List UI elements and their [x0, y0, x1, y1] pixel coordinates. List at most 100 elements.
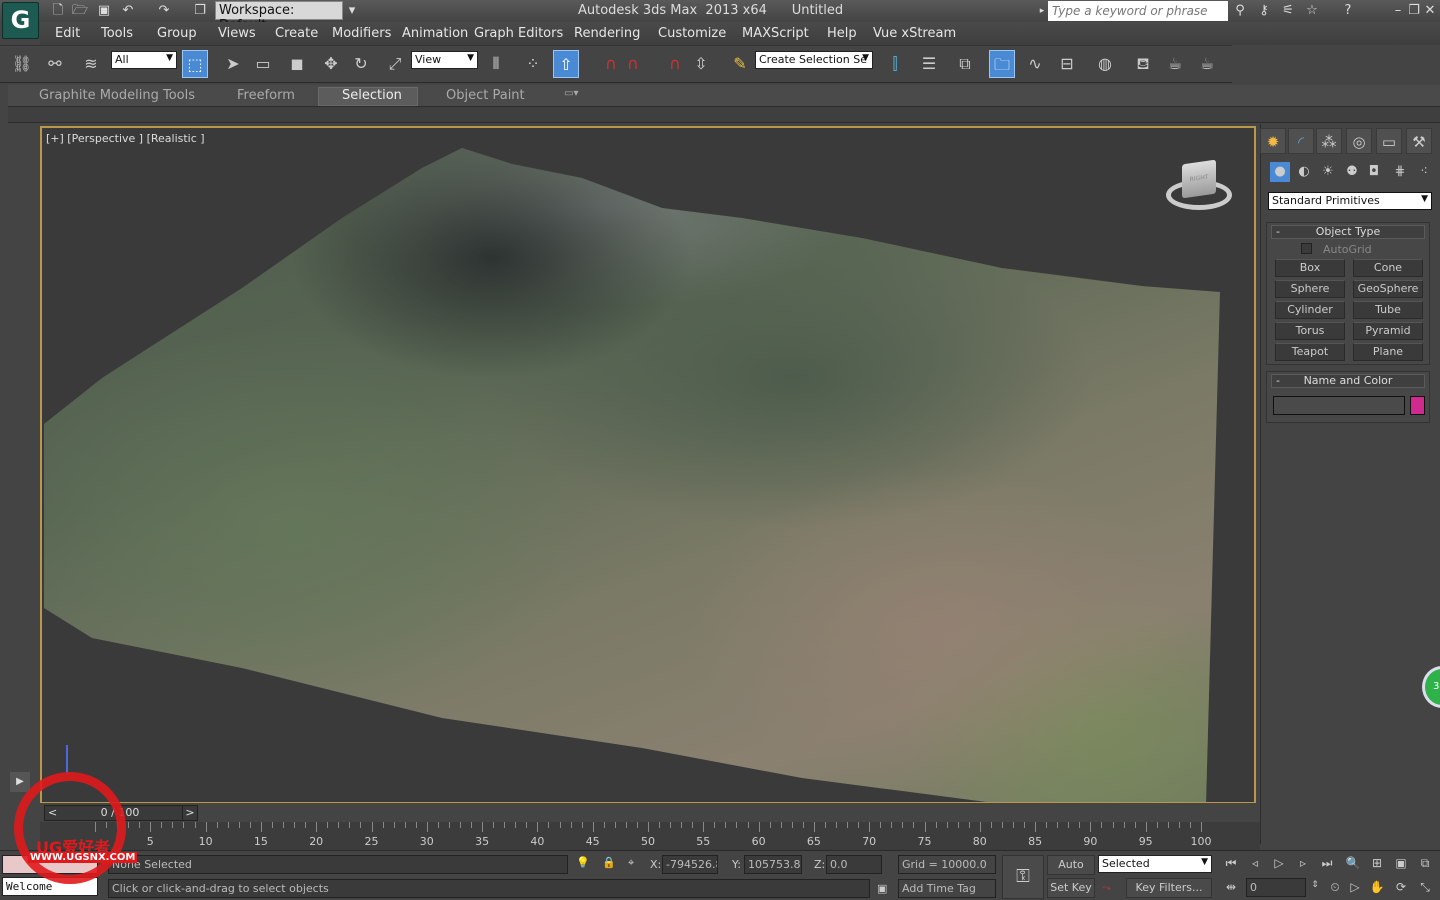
zoom-extents-icon[interactable]: ▣	[1392, 856, 1410, 870]
torus-button[interactable]: Torus	[1275, 322, 1345, 340]
x-coordinate-field[interactable]: -794526.8	[662, 855, 718, 874]
field-of-view-icon[interactable]: ▷	[1346, 880, 1364, 894]
render-production-icon[interactable]: ☕	[1194, 50, 1220, 78]
viewcube-cube[interactable]: RIGHT	[1182, 159, 1216, 199]
frame-spinner[interactable]: ⇕	[1306, 880, 1324, 890]
next-frame-arrow[interactable]: >	[182, 805, 198, 821]
tab-freeform[interactable]: Freeform	[237, 88, 295, 103]
menu-group[interactable]: Group	[157, 26, 197, 41]
plane-button[interactable]: Plane	[1353, 343, 1423, 361]
new-file-icon[interactable]: 🗋	[50, 3, 66, 19]
go-to-end-icon[interactable]: ⏭	[1318, 856, 1336, 871]
go-to-start-icon[interactable]: ⏮	[1222, 856, 1240, 871]
time-tag-icon[interactable]: ▣	[877, 882, 887, 895]
tab-selection[interactable]: Selection	[342, 88, 402, 103]
menu-views[interactable]: Views	[218, 26, 256, 41]
restore-icon[interactable]: ❐	[1406, 3, 1422, 19]
systems-icon[interactable]: ⁖	[1414, 162, 1434, 182]
space-warps-icon[interactable]: ⋕	[1390, 162, 1410, 182]
render-setup-icon[interactable]: ⛾	[1130, 50, 1156, 78]
box-button[interactable]: Box	[1275, 259, 1345, 277]
customize-qat-icon[interactable]: ▾	[344, 3, 360, 19]
menu-create[interactable]: Create	[275, 26, 318, 41]
workspace-dropdown[interactable]: Workspace: Default	[215, 1, 343, 33]
absolute-mode-icon[interactable]: ⌖	[628, 856, 634, 870]
pivot-center-icon[interactable]: ⫴	[483, 50, 509, 78]
schematic-view-icon[interactable]: ⊟	[1054, 50, 1080, 78]
cylinder-button[interactable]: Cylinder	[1275, 301, 1345, 319]
application-menu-button[interactable]: G	[2, 2, 39, 39]
perspective-viewport[interactable]: [+] [Perspective ] [Realistic ] RIGHT	[40, 126, 1256, 804]
object-color-swatch[interactable]	[1410, 396, 1425, 415]
project-folder-icon[interactable]: ❐	[192, 3, 208, 19]
tab-object-paint[interactable]: Object Paint	[446, 88, 525, 103]
align-icon[interactable]: ☰	[916, 50, 942, 78]
unlink-icon[interactable]: ⚯	[42, 50, 68, 78]
cameras-icon[interactable]: ⚉	[1342, 162, 1362, 182]
set-key-button[interactable]: Set Key	[1047, 878, 1095, 898]
pan-view-icon[interactable]: ✋	[1368, 880, 1386, 894]
create-tab-icon[interactable]: ✹	[1260, 128, 1286, 154]
zoom-extents-all-icon[interactable]: ⧉	[1416, 856, 1434, 871]
key-mode-dropdown[interactable]: Selected ▼	[1098, 855, 1212, 873]
select-move-icon[interactable]: ✥	[318, 50, 344, 78]
key-icon[interactable]: ⚷	[1256, 3, 1272, 19]
tube-button[interactable]: Tube	[1353, 301, 1423, 319]
rendered-frame-window-icon[interactable]: ☕	[1162, 50, 1188, 78]
modify-tab-icon[interactable]: ◜	[1288, 128, 1314, 154]
zoom-icon[interactable]: 🔍	[1344, 856, 1362, 870]
spinner-snap-icon[interactable]: ⇳	[688, 50, 714, 78]
menu-rendering[interactable]: Rendering	[574, 26, 640, 41]
track-bar[interactable]: 5 10 15 20 25 30 35 40 45 50 55 60 65 70 75 80 85 90 95 100	[40, 822, 1260, 850]
menu-customize[interactable]: Customize	[658, 26, 726, 41]
viewcube[interactable]: RIGHT	[1164, 158, 1234, 218]
object-category-dropdown[interactable]: Standard Primitives ▼	[1268, 192, 1432, 210]
named-selection-set-dropdown[interactable]: Create Selection Se ▼	[755, 51, 873, 69]
tab-graphite-modeling-tools[interactable]: Graphite Modeling Tools	[39, 88, 195, 103]
layer-manager-icon[interactable]: ⧉	[952, 50, 978, 78]
isolate-selection-icon[interactable]: 💡	[576, 856, 590, 869]
pyramid-button[interactable]: Pyramid	[1353, 322, 1423, 340]
menu-tools[interactable]: Tools	[101, 26, 133, 41]
expand-track-bar-icon[interactable]: ▶	[10, 772, 30, 792]
current-frame-field[interactable]: 0	[1246, 878, 1306, 897]
undo-icon[interactable]: ↶	[120, 3, 136, 19]
geosphere-button[interactable]: GeoSphere	[1353, 280, 1423, 298]
name-and-color-header[interactable]: - Name and Color	[1271, 374, 1425, 388]
menu-maxscript[interactable]: MAXScript	[742, 26, 809, 41]
select-rotate-icon[interactable]: ↻	[348, 50, 374, 78]
hierarchy-tab-icon[interactable]: ⁂	[1316, 128, 1342, 154]
add-time-tag-button[interactable]: Add Time Tag	[898, 879, 996, 898]
helpers-icon[interactable]: ◘	[1364, 162, 1384, 182]
menu-vue-xstream[interactable]: Vue xStream	[873, 26, 956, 41]
key-filters-button[interactable]: Key Filters...	[1126, 878, 1212, 898]
maximize-viewport-icon[interactable]: ⤡	[1416, 880, 1434, 895]
auto-key-button[interactable]: Auto Key	[1047, 855, 1095, 889]
reference-coordinate-dropdown[interactable]: View ▼	[411, 51, 478, 69]
angle-snap-icon[interactable]: ∩	[620, 50, 646, 78]
open-file-icon[interactable]: 🗁	[72, 3, 88, 19]
selection-lock-icon[interactable]: 🔒	[602, 856, 616, 869]
orbit-icon[interactable]: ⟳	[1392, 880, 1410, 894]
satellite-icon[interactable]: ⚟	[1280, 3, 1296, 19]
lights-icon[interactable]: ☀	[1318, 162, 1338, 182]
select-by-name-icon[interactable]: ➤	[220, 50, 246, 78]
select-object-button[interactable]: ⬚	[182, 50, 208, 78]
menu-edit[interactable]: Edit	[55, 26, 80, 41]
zoom-all-icon[interactable]: ⊞	[1368, 856, 1386, 870]
cone-button[interactable]: Cone	[1353, 259, 1423, 277]
save-icon[interactable]: ▣	[96, 3, 112, 19]
y-coordinate-field[interactable]: 105753.85	[744, 855, 802, 874]
play-icon[interactable]: ▷	[1270, 856, 1288, 870]
viewport-label[interactable]: [+] [Perspective ] [Realistic ]	[46, 132, 205, 145]
geometry-icon[interactable]: ●	[1270, 162, 1290, 182]
menu-modifiers[interactable]: Modifiers	[332, 26, 391, 41]
next-frame-icon[interactable]: ▹	[1294, 856, 1312, 870]
keyboard-shortcut-override-button[interactable]: ⇧	[553, 50, 579, 78]
menu-help[interactable]: Help	[827, 26, 857, 41]
close-icon[interactable]: ✕	[1422, 3, 1438, 19]
minimize-icon[interactable]: –	[1390, 3, 1406, 19]
mirror-icon[interactable]: ⫿	[882, 50, 908, 78]
previous-frame-icon[interactable]: ◃	[1246, 856, 1264, 870]
ribbon-options-icon[interactable]: ▭▾	[564, 88, 578, 99]
